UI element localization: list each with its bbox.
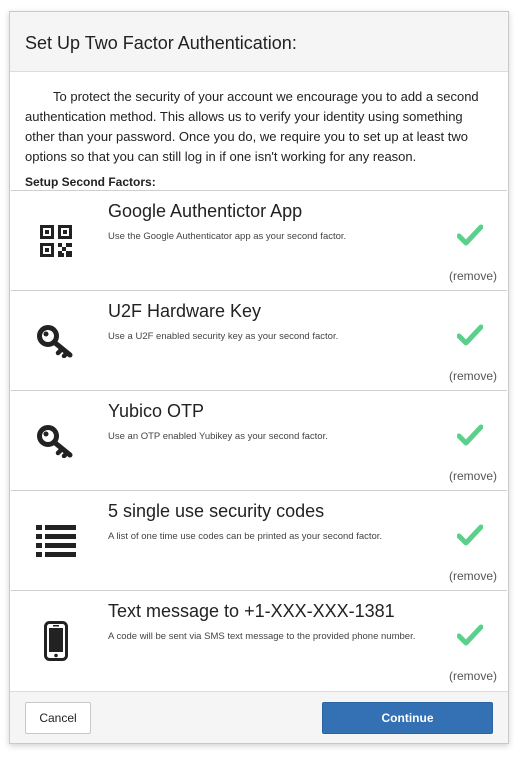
factor-yubico-otp: Yubico OTP Use an OTP enabled Yubikey as… [11,390,507,490]
factor-security-codes: 5 single use security codes A list of on… [11,490,507,590]
intro-text: To protect the security of your account … [25,89,479,164]
check-icon [457,524,483,546]
remove-link[interactable]: (remove) [449,369,497,383]
remove-link[interactable]: (remove) [449,469,497,483]
factor-list: Google Authentictor App Use the Google A… [11,190,507,690]
factor-title: 5 single use security codes [108,501,325,521]
check-icon [457,424,483,446]
factor-description: A code will be sent via SMS text message… [108,631,416,642]
dialog-header: Set Up Two Factor Authentication: [10,12,508,72]
factor-title: Google Authentictor App [108,201,303,221]
two-factor-dialog: Set Up Two Factor Authentication: To pro… [9,11,509,744]
factor-description: Use an OTP enabled Yubikey as your secon… [108,431,328,442]
factor-title: U2F Hardware Key [108,301,262,321]
dialog-title: Set Up Two Factor Authentication: [25,33,297,53]
factor-google-authenticator: Google Authentictor App Use the Google A… [11,190,507,290]
factor-title: Text message to +1-XXX-XXX-1381 [108,601,395,621]
dialog-footer: Cancel Continue [10,691,508,743]
factor-title: Yubico OTP [108,401,205,421]
cancel-button[interactable]: Cancel [25,702,91,734]
key-icon [36,421,76,461]
factor-description: Use a U2F enabled security key as your s… [108,331,339,342]
qr-code-icon [36,221,76,261]
check-icon [457,224,483,246]
remove-link[interactable]: (remove) [449,269,497,283]
remove-link[interactable]: (remove) [449,669,497,683]
check-icon [457,624,483,646]
key-icon [36,321,76,361]
factor-u2f-hardware-key: U2F Hardware Key Use a U2F enabled secur… [11,290,507,390]
factor-description: Use the Google Authenticator app as your… [108,231,347,242]
phone-icon [36,621,76,661]
check-icon [457,324,483,346]
continue-button[interactable]: Continue [322,702,493,734]
factor-description: A list of one time use codes can be prin… [108,531,383,542]
factor-text-message: Text message to +1-XXX-XXX-1381 A code w… [11,590,507,690]
list-icon [36,521,76,561]
remove-link[interactable]: (remove) [449,569,497,583]
